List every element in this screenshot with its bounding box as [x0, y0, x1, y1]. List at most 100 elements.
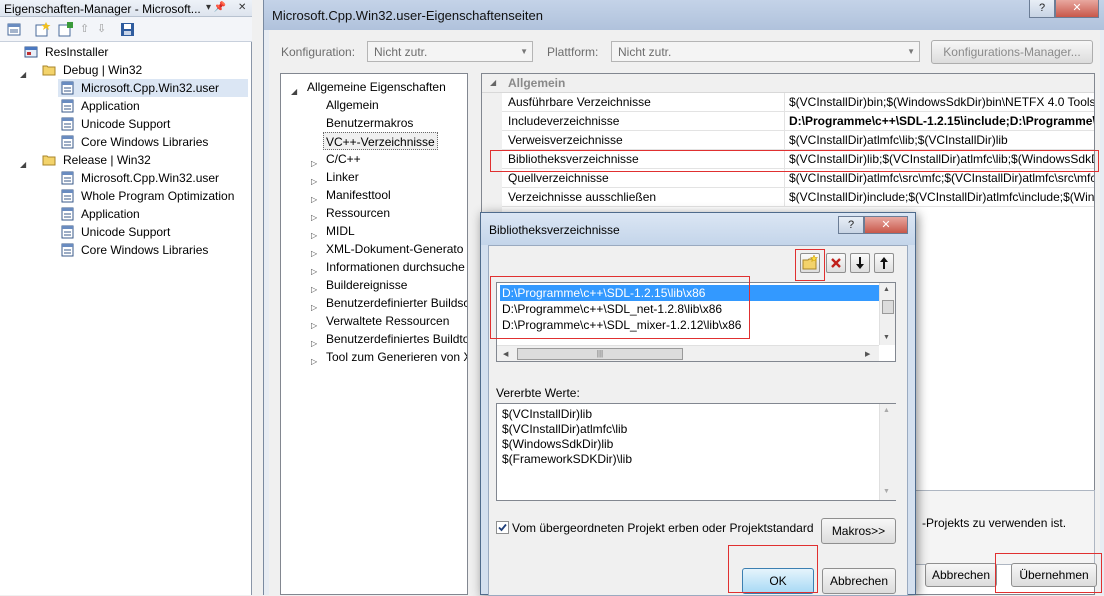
tree-node[interactable]: Unicode Support [0, 223, 252, 241]
category-node[interactable]: ▷ C/C++ [281, 150, 467, 168]
grid-row[interactable]: Quellverzeichnisse $(VCInstallDir)atlmfc\… [502, 169, 1094, 188]
arrow-down-icon [856, 257, 864, 269]
window-close-button[interactable]: ✕ [1055, 0, 1099, 18]
property-value[interactable]: $(VCInstallDir)bin;$(WindowsSdkDir)bin\N… [784, 93, 1094, 111]
tree-node[interactable]: Whole Program Optimization [0, 187, 252, 205]
dialog-title-bar: Bibliotheksverzeichnisse ? ✕ [481, 213, 915, 245]
chevron-down-icon: ▼ [520, 47, 528, 56]
category-node[interactable]: ▷ MIDL [281, 222, 467, 240]
category-node[interactable]: ▷ Informationen durchsuche [281, 258, 467, 276]
tree-node-label: Unicode Support [81, 225, 171, 239]
scroll-right-icon[interactable]: ▶ [865, 350, 870, 358]
category-label: XML-Dokument-Generato [326, 242, 464, 256]
move-up-icon[interactable]: ⇧ [80, 21, 97, 38]
tree-node[interactable]: Microsoft.Cpp.Win32.user [58, 79, 248, 97]
dialog-cancel-button[interactable]: Abbrechen [822, 568, 896, 594]
tree-node-label: Whole Program Optimization [81, 189, 235, 203]
list-scroll-thumb[interactable] [882, 300, 894, 314]
inherited-value: $(VCInstallDir)atlmfc\lib [502, 422, 628, 436]
directory-entry[interactable]: D:\Programme\c++\SDL_mixer-1.2.12\lib\x8… [500, 317, 880, 333]
grid-row[interactable]: Verzeichnisse ausschließen $(VCInstallDir… [502, 188, 1094, 207]
close-icon[interactable]: ✕ [238, 2, 246, 13]
category-node[interactable]: ▷ Benutzerdefiniertes Buildto [281, 330, 467, 348]
tree-node[interactable]: ResInstaller [0, 43, 252, 61]
category-node[interactable]: ▷ Benutzerdefinierter Buildsc [281, 294, 467, 312]
scroll-left-icon[interactable]: ◀ [503, 350, 508, 358]
tree-node-label: Release | Win32 [63, 153, 151, 167]
grid-section-header[interactable]: ◢ Allgemein [482, 74, 1094, 93]
pages-cancel-button[interactable]: Abbrechen [925, 563, 997, 587]
category-node[interactable]: VC++-Verzeichnisse [323, 132, 438, 150]
inherited-vertical-scrollbar[interactable]: ▲ ▼ [879, 404, 896, 500]
property-value[interactable]: $(VCInstallDir)atlmfc\lib;$(VCInstallDir… [784, 131, 1094, 149]
add-new-property-sheet-icon[interactable] [34, 21, 51, 38]
category-label: MIDL [326, 224, 355, 238]
configuration-combo[interactable]: Nicht zutr. ▼ [367, 41, 533, 62]
tree-node[interactable]: Core Windows Libraries [0, 133, 252, 151]
category-node[interactable]: ▷ Buildereignisse [281, 276, 467, 294]
apply-button[interactable]: Übernehmen [1011, 563, 1097, 587]
category-node[interactable]: ▷ Verwaltete Ressourcen [281, 312, 467, 330]
folder-icon [42, 63, 57, 77]
category-node[interactable]: ▷ Manifesttool [281, 186, 467, 204]
grid-row[interactable]: Includeverzeichnisse D:\Programme\c++\SDL… [502, 112, 1094, 131]
dialog-close-button[interactable]: ✕ [864, 216, 908, 234]
category-node[interactable]: ◢ Allgemeine Eigenschaften [281, 78, 467, 96]
category-node[interactable]: ▷ Ressourcen [281, 204, 467, 222]
category-node[interactable]: Allgemein [281, 96, 467, 114]
move-down-icon[interactable]: ⇩ [97, 21, 114, 38]
list-vertical-scrollbar[interactable]: ▲ ▼ [879, 283, 895, 345]
expand-icon[interactable]: ▷ [311, 353, 317, 371]
tree-node[interactable]: ◢ Debug | Win32 [0, 61, 252, 79]
tree-node[interactable]: Application [0, 97, 252, 115]
configuration-manager-button[interactable]: Konfigurations-Manager... [931, 40, 1093, 64]
delete-line-button[interactable] [826, 253, 846, 273]
category-label: Allgemein [326, 98, 379, 112]
list-horizontal-scrollbar[interactable]: ◀ ||| ▶ [497, 345, 879, 361]
pin-icon[interactable]: ▾ 📌 [206, 2, 226, 13]
tree-node[interactable]: Microsoft.Cpp.Win32.user [0, 169, 252, 187]
tree-node[interactable]: Unicode Support [0, 115, 252, 133]
category-label: Benutzermakros [326, 116, 414, 130]
chevron-down-icon: ▼ [907, 47, 915, 56]
macros-button[interactable]: Makros>> [821, 518, 896, 544]
h-scroll-thumb[interactable]: ||| [517, 348, 683, 360]
directory-entry[interactable]: D:\Programme\c++\SDL_net-1.2.8\lib\x86 [500, 301, 880, 317]
directory-entry[interactable]: D:\Programme\c++\SDL-1.2.15\lib\x86 [500, 285, 880, 301]
help-button[interactable]: ? [1029, 0, 1055, 18]
directory-list[interactable]: D:\Programme\c++\SDL-1.2.15\lib\x86 D:\Pr… [496, 282, 896, 362]
properties-icon[interactable] [6, 21, 23, 38]
property-value[interactable]: D:\Programme\c++\SDL-1.2.15\include;D:\P… [784, 112, 1094, 130]
grid-row[interactable]: Verweisverzeichnisse $(VCInstallDir)atlmf… [502, 131, 1094, 150]
category-node[interactable]: ▷ XML-Dokument-Generato [281, 240, 467, 258]
tree-node[interactable]: ◢ Release | Win32 [0, 151, 252, 169]
scroll-up-icon[interactable]: ▲ [883, 286, 890, 293]
ok-button[interactable]: OK [742, 568, 814, 594]
property-value[interactable]: $(VCInstallDir)lib;$(VCInstallDir)atlmfc… [784, 150, 1094, 168]
platform-combo[interactable]: Nicht zutr. ▼ [611, 41, 920, 62]
new-line-button[interactable] [800, 253, 820, 273]
property-manager-title: Eigenschaften-Manager - Microsoft... [4, 2, 201, 16]
tree-node[interactable]: Core Windows Libraries [0, 241, 252, 259]
grid-row[interactable]: Bibliotheksverzeichnisse $(VCInstallDir)l… [502, 150, 1094, 169]
tree-node-label: Microsoft.Cpp.Win32.user [81, 81, 220, 95]
move-down-button[interactable] [850, 253, 870, 273]
property-value[interactable]: $(VCInstallDir)include;$(VCInstallDir)at… [784, 188, 1094, 206]
category-label: Informationen durchsuche [326, 260, 465, 274]
inherit-checkbox[interactable] [496, 521, 509, 534]
category-label: Allgemeine Eigenschaften [307, 80, 446, 94]
property-name: Verzeichnisse ausschließen [508, 190, 657, 204]
add-existing-property-sheet-icon[interactable] [57, 21, 74, 38]
save-icon[interactable] [119, 21, 136, 38]
scroll-down-icon[interactable]: ▼ [883, 334, 890, 341]
move-up-button[interactable] [874, 253, 894, 273]
property-value[interactable]: $(VCInstallDir)atlmfc\src\mfc;$(VCInstal… [784, 169, 1094, 187]
tree-node[interactable]: Application [0, 205, 252, 223]
configuration-value: Nicht zutr. [374, 45, 428, 59]
grid-row[interactable]: Ausführbare Verzeichnisse $(VCInstallDir)… [502, 93, 1094, 112]
category-node[interactable]: ▷ Linker [281, 168, 467, 186]
dialog-help-button[interactable]: ? [838, 216, 864, 234]
expand-icon[interactable]: ◢ [20, 66, 26, 84]
category-node[interactable]: Benutzermakros [281, 114, 467, 132]
category-node[interactable]: ▷ Tool zum Generieren von X [281, 348, 467, 366]
